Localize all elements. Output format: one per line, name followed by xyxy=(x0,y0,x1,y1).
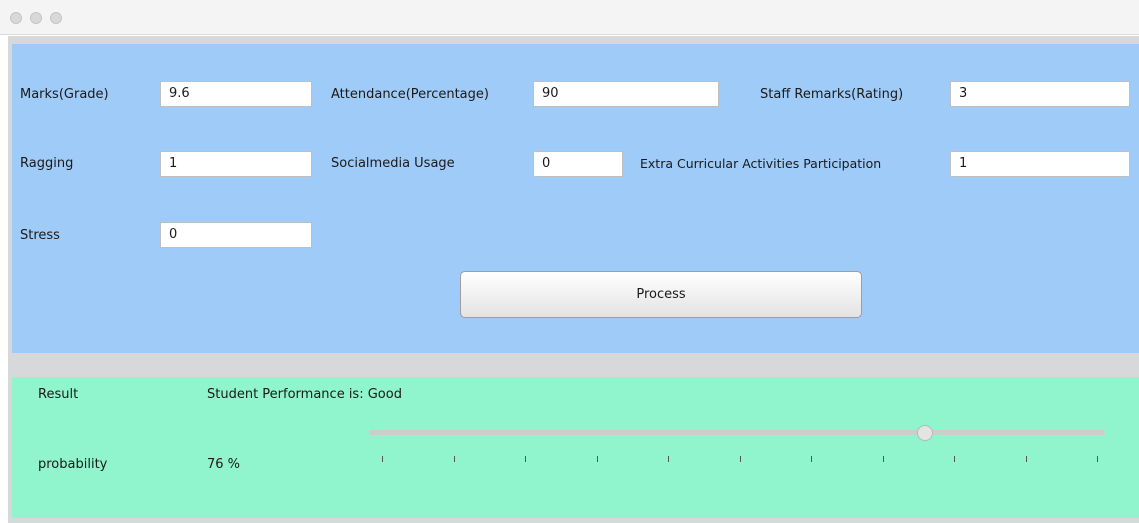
result-panel xyxy=(12,377,1139,518)
slider-tick xyxy=(811,456,812,462)
slider-tick xyxy=(454,456,455,462)
stress-label: Stress xyxy=(20,228,60,243)
extra-curricular-label: Extra Curricular Activities Participatio… xyxy=(640,156,882,171)
slider-tick xyxy=(525,456,526,462)
attendance-label: Attendance(Percentage) xyxy=(331,87,489,102)
close-window-icon[interactable] xyxy=(10,12,22,24)
slider-tick xyxy=(668,456,669,462)
attendance-input[interactable]: 90 xyxy=(533,81,719,107)
zoom-window-icon[interactable] xyxy=(50,12,62,24)
slider-tick xyxy=(740,456,741,462)
stress-input[interactable]: 0 xyxy=(160,222,312,248)
ragging-label: Ragging xyxy=(20,156,74,171)
staff-remarks-label: Staff Remarks(Rating) xyxy=(760,87,904,102)
socialmedia-label: Socialmedia Usage xyxy=(331,156,455,171)
marks-label: Marks(Grade) xyxy=(20,87,109,102)
slider-tick xyxy=(883,456,884,462)
slider-tick xyxy=(954,456,955,462)
result-label: Result xyxy=(38,387,79,402)
slider-tick xyxy=(382,456,383,462)
result-text: Student Performance is: Good xyxy=(207,387,402,402)
minimize-window-icon[interactable] xyxy=(30,12,42,24)
slider-tick xyxy=(1097,456,1098,462)
slider-tick xyxy=(1026,456,1027,462)
ragging-input[interactable]: 1 xyxy=(160,151,312,177)
probability-value: 76 % xyxy=(207,457,241,472)
title-bar xyxy=(0,0,1139,35)
slider-tick xyxy=(597,456,598,462)
staff-remarks-input[interactable]: 3 xyxy=(950,81,1130,107)
process-button[interactable]: Process xyxy=(460,271,862,318)
probability-label: probability xyxy=(38,457,108,472)
marks-input[interactable]: 9.6 xyxy=(160,81,312,107)
extra-curricular-input[interactable]: 1 xyxy=(950,151,1130,177)
probability-slider-track[interactable] xyxy=(369,430,1105,435)
socialmedia-input[interactable]: 0 xyxy=(533,151,623,177)
